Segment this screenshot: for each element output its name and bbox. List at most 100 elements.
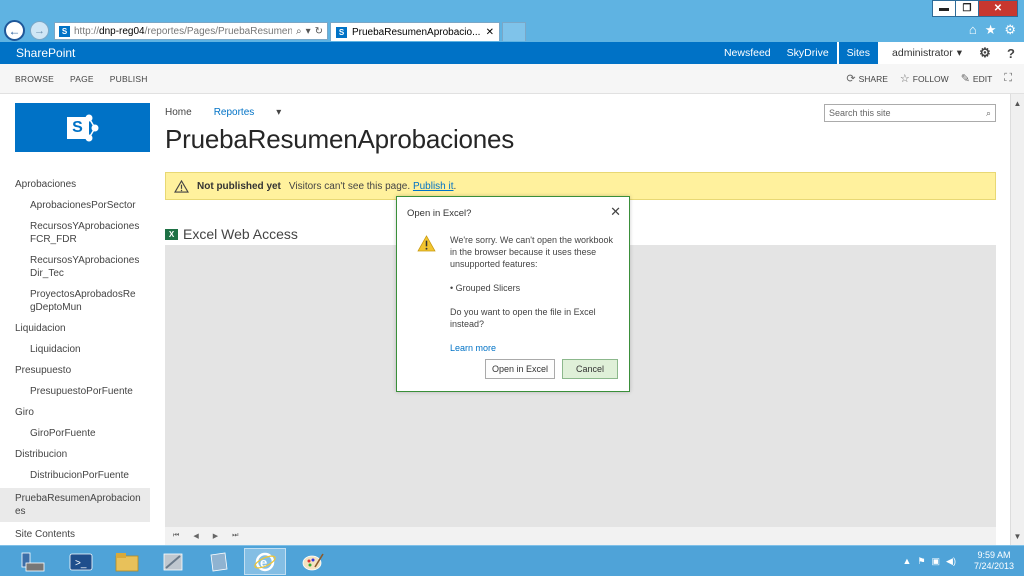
sharepoint-favicon-icon: S <box>336 26 347 38</box>
nav-item-distribucionporfuente[interactable]: DistribucionPorFuente <box>15 467 150 484</box>
close-button[interactable]: ✕ <box>978 0 1018 17</box>
nav-item-presupuesto[interactable]: Presupuesto <box>15 362 150 379</box>
dropdown-icon[interactable]: ▾ <box>306 26 311 37</box>
clock[interactable]: 9:59 AM 7/24/2013 <box>974 550 1014 572</box>
next-page-icon[interactable]: ▶ <box>213 532 218 540</box>
network-icon[interactable]: ▣ <box>932 556 941 567</box>
search-box[interactable]: Search this site ⌕ <box>824 104 996 122</box>
gear-icon[interactable]: ⚙ <box>972 42 998 64</box>
file-explorer-icon[interactable] <box>106 548 148 575</box>
nav-item-recursos-dir[interactable]: RecursosYAprobaciones Dir_Tec <box>15 252 140 282</box>
suite-link-newsfeed[interactable]: Newsfeed <box>716 42 779 64</box>
scroll-up-icon[interactable]: ▲ <box>1011 96 1024 110</box>
follow-label: FOLLOW <box>912 73 949 84</box>
tab-page[interactable]: PAGE <box>70 74 94 84</box>
nav-item-aprobacionesporsector[interactable]: AprobacionesPorSector <box>15 197 150 214</box>
breadcrumb-dropdown-icon[interactable]: ▾ <box>276 107 281 118</box>
powershell-icon[interactable]: >_ <box>60 548 102 575</box>
close-icon[interactable]: ✕ <box>610 204 621 220</box>
tools-icon[interactable] <box>152 548 194 575</box>
nav-item-liquidacion-sub[interactable]: Liquidacion <box>15 341 150 358</box>
internet-explorer-icon[interactable]: e <box>244 548 286 575</box>
minimize-button[interactable]: ▬ <box>932 0 956 17</box>
nav-item-liquidacion[interactable]: Liquidacion <box>15 320 150 337</box>
learn-more-link[interactable]: Learn more <box>450 342 622 354</box>
nav-item-aprobaciones[interactable]: Aprobaciones <box>15 176 150 193</box>
share-button[interactable]: ⟳ SHARE <box>846 72 888 85</box>
pencil-icon: ✎ <box>960 73 970 85</box>
tray-expand-icon[interactable]: ▲ <box>903 556 912 566</box>
ribbon-tabs: BROWSE PAGE PUBLISH <box>0 74 846 84</box>
forward-icon[interactable]: → <box>30 21 49 40</box>
volume-icon[interactable]: ◀) <box>946 556 956 567</box>
tools-icon[interactable]: ⚙ <box>1004 22 1016 38</box>
home-icon[interactable]: ⌂ <box>969 22 977 38</box>
user-name: administrator <box>892 47 953 59</box>
site-logo[interactable]: S <box>15 103 150 152</box>
action-center-icon[interactable]: ⚑ <box>917 556 925 567</box>
last-page-icon[interactable]: ⏭ <box>232 532 238 540</box>
publish-link[interactable]: Publish it <box>413 181 454 192</box>
focus-button[interactable]: ⛶ <box>1004 72 1012 85</box>
breadcrumb-reportes[interactable]: Reportes <box>214 107 255 118</box>
address-url[interactable]: http://dnp-reg04/reportes/Pages/PruebaRe… <box>74 26 292 37</box>
prev-page-icon[interactable]: ◀ <box>193 532 198 540</box>
share-icon: ⟳ <box>846 73 856 85</box>
scroll-down-icon[interactable]: ▼ <box>1011 529 1024 543</box>
cancel-button[interactable]: Cancel <box>562 359 618 379</box>
search-input[interactable]: Search this site <box>829 108 986 118</box>
edit-button[interactable]: ✎ EDIT <box>961 72 993 85</box>
sites-wrapper: Sites <box>836 42 881 64</box>
server-manager-icon[interactable] <box>12 548 54 575</box>
open-in-excel-dialog: Open in Excel? ✕ We're sorry. We can't o… <box>396 196 630 392</box>
nav-item-giro[interactable]: Giro <box>15 404 150 421</box>
restore-button[interactable]: ❐ <box>955 0 979 17</box>
dialog-title: Open in Excel? <box>407 208 472 219</box>
warning-icon <box>417 235 436 252</box>
nav-item-giroporfuente[interactable]: GiroPorFuente <box>15 425 150 442</box>
user-menu[interactable]: administrator ▾ <box>880 42 972 64</box>
open-in-excel-button[interactable]: Open in Excel <box>484 359 555 379</box>
breadcrumb-home[interactable]: Home <box>165 107 192 118</box>
tab-close-icon[interactable]: ✕ <box>486 27 494 38</box>
first-page-icon[interactable]: ⏮ <box>173 532 179 540</box>
brand[interactable]: SharePoint <box>0 46 716 60</box>
nav-item-proyectos[interactable]: ProyectosAprobadosRe gDeptoMun <box>15 286 140 316</box>
favorites-icon[interactable]: ★ <box>985 22 997 38</box>
star-icon: ☆ <box>899 73 910 85</box>
edit-label: EDIT <box>972 73 993 84</box>
tab-browse[interactable]: BROWSE <box>15 74 54 84</box>
search-icon[interactable]: ⌕ <box>986 108 991 119</box>
dialog-buttons: Open in Excel Cancel <box>484 359 618 379</box>
browser-tab[interactable]: S PruebaResumenAprobacio... ✕ <box>330 22 500 41</box>
nav-item-recursos-fcr[interactable]: RecursosYAprobaciones FCR_FDR <box>15 218 140 248</box>
suite-link-sites[interactable]: Sites <box>838 42 879 64</box>
back-icon[interactable]: ← <box>4 20 25 41</box>
help-icon[interactable]: ? <box>998 42 1024 64</box>
nav-item-distribucion[interactable]: Distribucion <box>15 446 150 463</box>
nav-item-site-contents[interactable]: Site Contents <box>15 526 150 543</box>
address-bar[interactable]: S http://dnp-reg04/reportes/Pages/Prueba… <box>54 22 328 40</box>
new-tab-button[interactable] <box>502 22 526 41</box>
sharepoint-logo-icon: S <box>66 113 99 143</box>
tab-publish[interactable]: PUBLISH <box>110 74 148 84</box>
search-icon[interactable]: ⌕ <box>296 26 302 37</box>
notice-message: Visitors can't see this page. <box>288 180 411 192</box>
refresh-icon[interactable]: ↻ <box>315 26 323 37</box>
system-tray: ▲ ⚑ ▣ ◀) 9:59 AM 7/24/2013 <box>903 550 1014 572</box>
paint-icon[interactable] <box>292 548 334 575</box>
suite-link-skydrive[interactable]: SkyDrive <box>779 42 837 64</box>
notepad-icon[interactable] <box>198 548 240 575</box>
ribbon: BROWSE PAGE PUBLISH ⟳ SHARE ☆ FOLLOW ✎ EDIT… <box>0 64 1024 94</box>
notice-end: . <box>453 180 457 192</box>
sharepoint-favicon-icon: S <box>59 25 70 37</box>
browser-tools: ⌂ ★ ⚙ <box>969 22 1016 38</box>
nav-item-pruebaresumen[interactable]: PruebaResumenAprobacion es <box>0 488 150 522</box>
dialog-message: We're sorry. We can't open the workbook … <box>450 235 614 269</box>
nav-item-presupuestoporfuente[interactable]: PresupuestoPorFuente <box>15 383 150 400</box>
chevron-down-icon: ▾ <box>956 47 962 59</box>
page-title: PruebaResumenAprobaciones <box>165 124 515 154</box>
vertical-scrollbar[interactable]: ▲ ▼ <box>1010 94 1024 545</box>
breadcrumb: Home Reportes ▾ <box>165 107 281 118</box>
follow-button[interactable]: ☆ FOLLOW <box>900 72 949 85</box>
